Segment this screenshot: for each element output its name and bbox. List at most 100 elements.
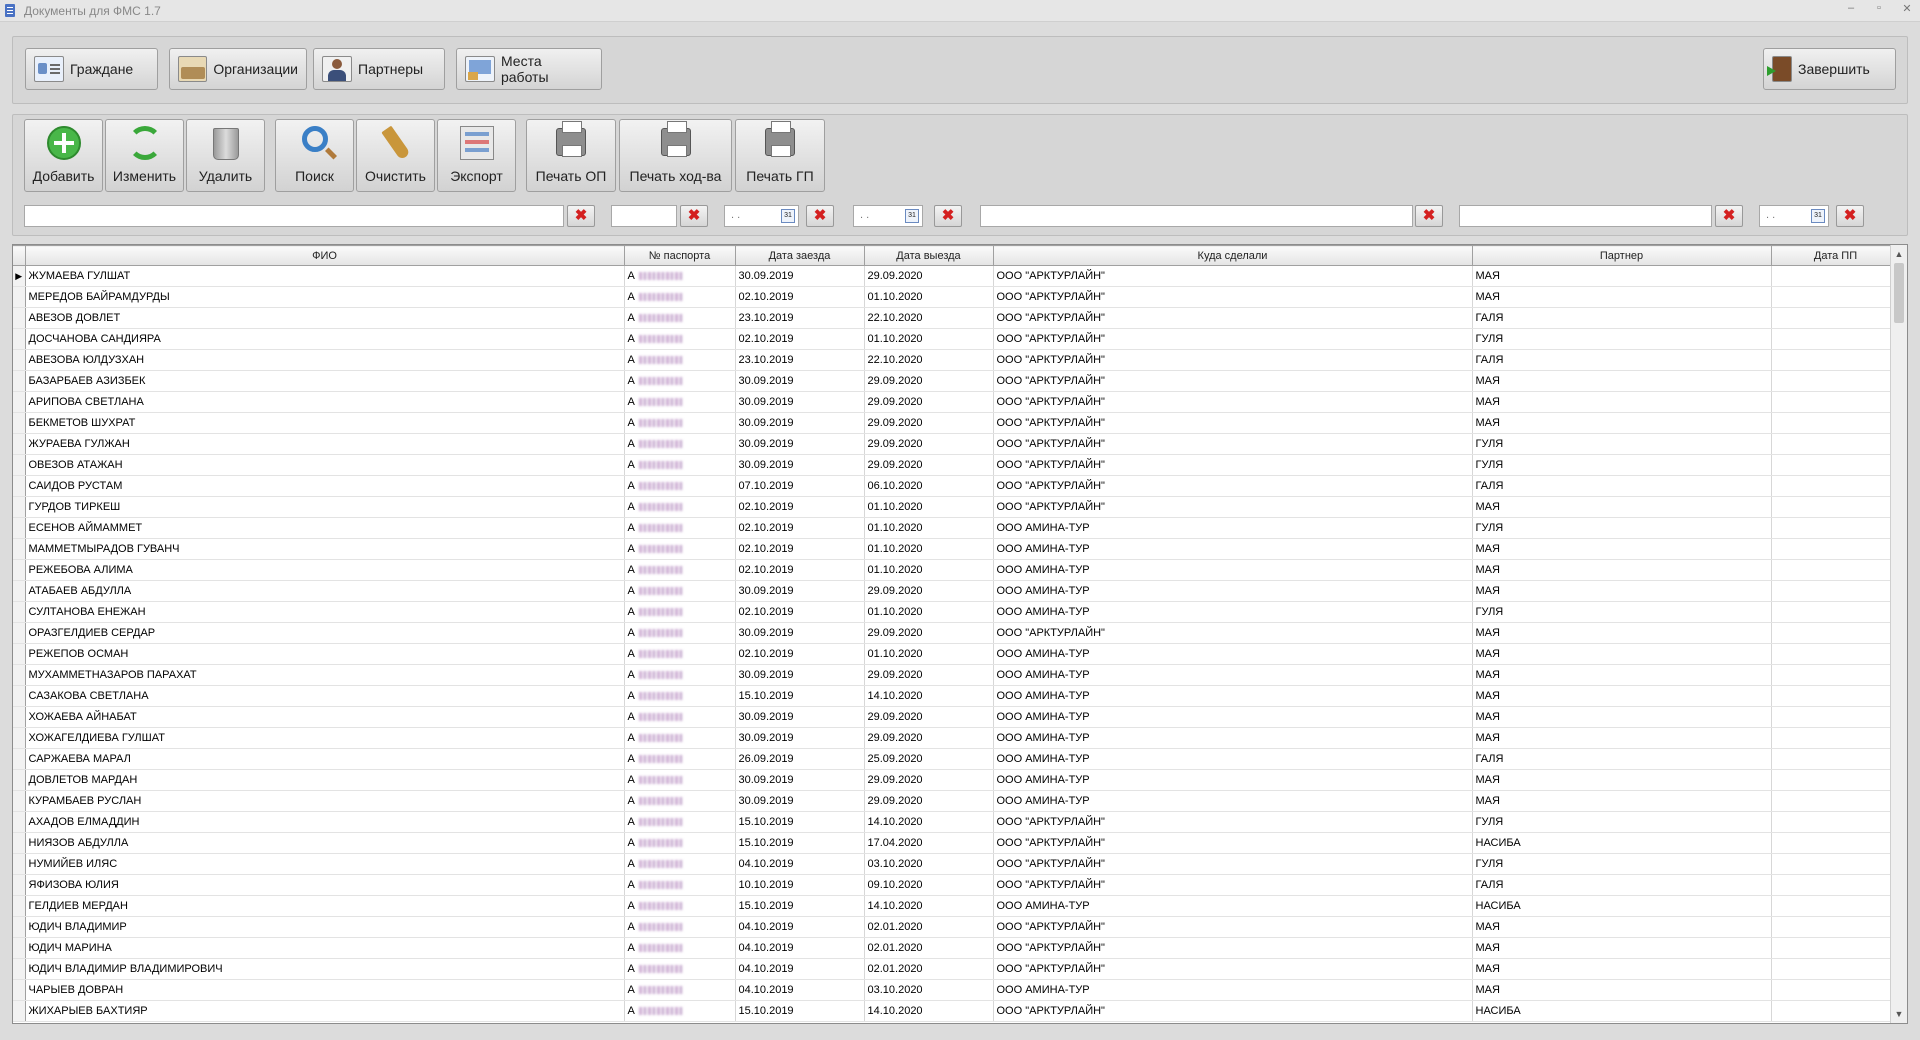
row-indicator[interactable] [13,811,26,833]
cell-departure-date[interactable]: 29.09.2020 [864,454,994,476]
calendar-icon[interactable]: 31 [1811,209,1825,223]
table-row[interactable]: НИЯЗОВ АБДУЛЛА А 15.10.2019 17.04.2020 ООО "… [13,832,1901,854]
cell-partner[interactable]: МАЯ [1472,958,1772,980]
row-indicator[interactable] [13,517,26,539]
cell-destination[interactable]: ООО АМИНА-ТУР [993,706,1473,728]
row-indicator[interactable] [13,832,26,854]
cell-partner[interactable]: ГУЛЯ [1472,811,1772,833]
cell-passport[interactable]: А [624,412,736,434]
cell-pp-date[interactable] [1771,475,1901,497]
clear-passport-filter-button[interactable]: ✖ [680,205,708,227]
cell-destination[interactable]: ООО "АРКТУРЛАЙН" [993,412,1473,434]
row-indicator[interactable] [13,454,26,476]
table-row[interactable]: ЮДИЧ ВЛАДИМИР ВЛАДИМИРОВИЧ А 04.10.2019 02.… [13,958,1901,980]
row-indicator[interactable] [13,685,26,707]
cell-departure-date[interactable]: 29.09.2020 [864,790,994,812]
row-indicator[interactable] [13,475,26,497]
vertical-scrollbar[interactable]: ▲ ▼ [1890,245,1907,1023]
cell-pp-date[interactable] [1771,496,1901,518]
column-header-passport[interactable]: № паспорта [623,245,736,266]
cell-destination[interactable]: ООО АМИНА-ТУР [993,769,1473,791]
cell-arrival-date[interactable]: 15.10.2019 [735,895,865,917]
fio-filter-input[interactable] [24,205,564,227]
row-indicator[interactable] [13,790,26,812]
cell-destination[interactable]: ООО АМИНА-ТУР [993,580,1473,602]
cell-partner[interactable]: МАЯ [1472,580,1772,602]
destination-filter-input[interactable] [980,205,1413,227]
cell-arrival-date[interactable]: 23.10.2019 [735,307,865,329]
cell-destination[interactable]: ООО "АРКТУРЛАЙН" [993,433,1473,455]
cell-destination[interactable]: ООО "АРКТУРЛАЙН" [993,475,1473,497]
cell-arrival-date[interactable]: 02.10.2019 [735,643,865,665]
cell-fio[interactable]: БАЗАРБАЕВ АЗИЗБЕК [25,370,625,392]
cell-fio[interactable]: АХАДОВ ЕЛМАДДИН [25,811,625,833]
cell-destination[interactable]: ООО "АРКТУРЛАЙН" [993,391,1473,413]
cell-destination[interactable]: ООО АМИНА-ТУР [993,601,1473,623]
cell-departure-date[interactable]: 03.10.2020 [864,853,994,875]
cell-passport[interactable]: А [624,538,736,560]
cell-destination[interactable]: ООО "АРКТУРЛАЙН" [993,958,1473,980]
cell-pp-date[interactable] [1771,622,1901,644]
cell-destination[interactable]: ООО "АРКТУРЛАЙН" [993,916,1473,938]
cell-partner[interactable]: НАСИБА [1472,1000,1772,1022]
table-row[interactable]: САЗАКОВА СВЕТЛАНА А 15.10.2019 14.10.2020 ОО… [13,685,1901,707]
table-row[interactable]: ХОЖАГЕЛДИЕВА ГУЛШАТ А 30.09.2019 29.09.2020… [13,727,1901,749]
table-row[interactable]: АХАДОВ ЕЛМАДДИН А 15.10.2019 14.10.2020 ООО … [13,811,1901,833]
cell-pp-date[interactable] [1771,538,1901,560]
cell-fio[interactable]: САИДОВ РУСТАМ [25,475,625,497]
cell-fio[interactable]: АВЕЗОВ ДОВЛЕТ [25,307,625,329]
cell-departure-date[interactable]: 14.10.2020 [864,811,994,833]
cell-fio[interactable]: РЕЖЕПОВ ОСМАН [25,643,625,665]
cell-departure-date[interactable]: 01.10.2020 [864,328,994,350]
cell-pp-date[interactable] [1771,601,1901,623]
cell-pp-date[interactable] [1771,769,1901,791]
cell-passport[interactable]: А [624,874,736,896]
partner-filter-input[interactable] [1459,205,1712,227]
cell-partner[interactable]: МАЯ [1472,559,1772,581]
cell-destination[interactable]: ООО "АРКТУРЛАЙН" [993,307,1473,329]
cell-fio[interactable]: МУХАММЕТНАЗАРОВ ПАРАХАТ [25,664,625,686]
close-button[interactable]: ✕ [1900,2,1914,15]
scroll-down-icon[interactable]: ▼ [1891,1006,1907,1022]
cell-passport[interactable]: А [624,685,736,707]
cell-partner[interactable]: НАСИБА [1472,895,1772,917]
cell-partner[interactable]: МАЯ [1472,370,1772,392]
cell-arrival-date[interactable]: 23.10.2019 [735,349,865,371]
cell-passport[interactable]: А [624,517,736,539]
cell-partner[interactable]: МАЯ [1472,265,1772,287]
print-op-button[interactable]: Печать ОП [526,119,616,192]
cell-fio[interactable]: НИЯЗОВ АБДУЛЛА [25,832,625,854]
calendar-icon[interactable]: 31 [905,209,919,223]
row-indicator[interactable] [13,622,26,644]
cell-arrival-date[interactable]: 30.09.2019 [735,706,865,728]
delete-button[interactable]: Удалить [186,119,265,192]
cell-fio[interactable]: БЕКМЕТОВ ШУХРАТ [25,412,625,434]
cell-pp-date[interactable] [1771,748,1901,770]
cell-fio[interactable]: САРЖАЕВА МАРАЛ [25,748,625,770]
row-indicator[interactable] [13,496,26,518]
table-row[interactable]: ЖИХАРЫЕВ БАХТИЯР А 15.10.2019 14.10.2020 ООО… [13,1000,1901,1022]
cell-fio[interactable]: ЮДИЧ ВЛАДИМИР ВЛАДИМИРОВИЧ [25,958,625,980]
cell-arrival-date[interactable]: 02.10.2019 [735,517,865,539]
row-indicator[interactable] [13,748,26,770]
table-row[interactable]: САРЖАЕВА МАРАЛ А 26.09.2019 25.09.2020 ООО А… [13,748,1901,770]
cell-pp-date[interactable] [1771,790,1901,812]
cell-pp-date[interactable] [1771,643,1901,665]
documents-grid[interactable]: ФИО № паспорта Дата заезда Дата выезда К… [12,244,1908,1024]
cell-departure-date[interactable]: 06.10.2020 [864,475,994,497]
cell-partner[interactable]: МАЯ [1472,685,1772,707]
table-row[interactable]: ОРАЗГЕЛДИЕВ СЕРДАР А 30.09.2019 29.09.2020 О… [13,622,1901,644]
cell-partner[interactable]: МАЯ [1472,727,1772,749]
cell-fio[interactable]: МАММЕТМЫРАДОВ ГУВАНЧ [25,538,625,560]
cell-partner[interactable]: МАЯ [1472,706,1772,728]
scroll-up-icon[interactable]: ▲ [1891,246,1907,262]
cell-arrival-date[interactable]: 15.10.2019 [735,685,865,707]
cell-passport[interactable]: А [624,391,736,413]
cell-passport[interactable]: А [624,349,736,371]
cell-pp-date[interactable] [1771,1000,1901,1022]
column-header-partner[interactable]: Партнер [1471,245,1772,266]
clear-pp-date-button[interactable]: ✖ [1836,205,1864,227]
cell-pp-date[interactable] [1771,706,1901,728]
row-indicator[interactable] [13,979,26,1001]
cell-pp-date[interactable] [1771,454,1901,476]
